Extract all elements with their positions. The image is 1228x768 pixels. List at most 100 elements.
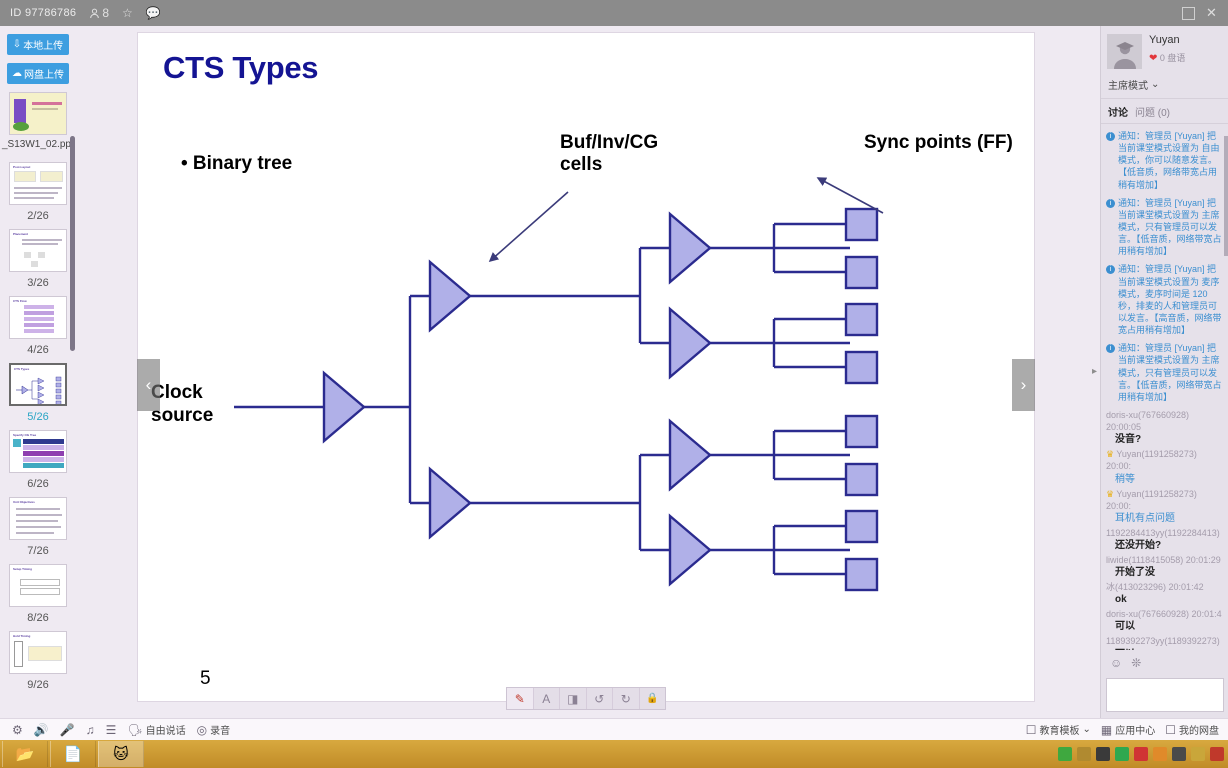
message-body: 还没开始? [1115, 539, 1162, 551]
message-author: 冰(413023296) 20:01:42 [1106, 582, 1204, 593]
record-label: 录音 [210, 726, 231, 737]
people-icon[interactable]: 8 [89, 6, 109, 20]
undo-icon[interactable]: ↺ [587, 688, 613, 709]
template-icon: ☐ [1025, 722, 1037, 737]
gear-icon[interactable]: ⚙ [12, 723, 23, 737]
thumbnail-image[interactable]: Post-Layout [9, 162, 67, 205]
lock-icon[interactable]: 🔒 [640, 688, 666, 709]
annotation-toolbar[interactable]: ✎ A ◨ ↺ ↻ 🔒 [506, 687, 666, 710]
notice-text: 通知：管理员 [Yuyan] 把当前课堂模式设置为 主席模式，只有管理员可以发言… [1118, 343, 1222, 402]
ff-1 [844, 207, 879, 242]
thumbnail-item-selected[interactable]: CTS Types 5/26 [0, 363, 76, 430]
equalizer-icon[interactable]: ☰ [106, 723, 117, 737]
cloud-upload-button[interactable]: ☁ 网盘上传 [7, 63, 69, 84]
sidebar-scrollbar[interactable] [70, 136, 75, 351]
user-flower-count: ❤ 0 盘语 [1149, 53, 1186, 64]
comment-icon[interactable]: 💬 [146, 6, 161, 20]
thumbnail-item[interactable]: Unit Objectives 7/26 [0, 497, 76, 564]
slide-sidebar[interactable]: ⇩ 本地上传 ☁ 网盘上传 _S13W1_02.ppt Post-Layout [0, 26, 76, 718]
ime-icon[interactable] [1191, 747, 1205, 761]
crown-icon: ♛ [1106, 488, 1115, 499]
ff-4 [844, 350, 879, 385]
chat-tool-row[interactable]: ☺ ❊ [1101, 652, 1228, 674]
thumbnail-image[interactable]: Specify Clk Tree [9, 430, 67, 473]
app-center-button[interactable]: ▦ 应用中心 [1101, 722, 1156, 738]
mic-icon[interactable]: 🎤 [60, 723, 75, 737]
leaf-buffer-3 [668, 418, 712, 492]
volume-icon[interactable] [1172, 747, 1186, 761]
thumbnail-image[interactable]: Setup Timing [9, 564, 67, 607]
qq-icon[interactable]: 🐱 [98, 741, 144, 767]
thumbnail-item[interactable]: CTS Flow 4/26 [0, 296, 76, 363]
free-speak-button[interactable]: 🗣 自由说话 [127, 722, 185, 738]
eraser-icon[interactable]: ◨ [560, 688, 587, 709]
thumbnail-item[interactable]: Placement 3/26 [0, 229, 76, 296]
thumbnail-item[interactable]: Setup Timing 8/26 [0, 564, 76, 631]
speaker-icon[interactable]: 🔊 [34, 723, 49, 737]
system-notice: i 通知：管理员 [Yuyan] 把当前课堂模式设置为 主席模式，只有管理员可以… [1106, 197, 1223, 258]
record-icon: ◎ [196, 722, 208, 737]
chevron-right-icon: › [1020, 375, 1027, 394]
explorer-icon[interactable]: 📂 [2, 741, 48, 767]
chat-input[interactable] [1106, 678, 1224, 712]
root-buffer [322, 370, 366, 444]
redo-icon[interactable]: ↻ [613, 688, 640, 709]
chat-message-list[interactable]: i 通知：管理员 [Yuyan] 把当前课堂模式设置为 自由模式，你可以随意发言… [1101, 126, 1228, 650]
ff-6 [844, 462, 879, 497]
prev-slide-button[interactable]: ‹ [137, 359, 160, 411]
thumbnail-item[interactable]: Post-Layout 2/26 [0, 162, 76, 229]
thumbnail-image[interactable]: Unit Objectives [9, 497, 67, 540]
title-bar: ID 97786786 8 ☆ 💬 [0, 0, 1228, 26]
text-icon[interactable]: A [534, 688, 560, 709]
thumbnail-item[interactable]: Hold Timing 9/26 [0, 631, 76, 698]
star-icon[interactable]: ☆ [122, 6, 133, 20]
thumbnail-label: 8/26 [27, 612, 49, 624]
music-icon[interactable]: ♫ [86, 723, 95, 737]
emoji-icon[interactable]: ☺ [1110, 656, 1122, 670]
user-header: Yuyan ❤ 0 盘语 [1101, 26, 1228, 73]
education-template-button[interactable]: ☐ 教育模板 ⌄ [1025, 722, 1091, 738]
panel-collapse-handle[interactable]: ▸ [1092, 366, 1097, 377]
close-button[interactable] [1205, 7, 1218, 20]
thumbnail-image[interactable]: Hold Timing [9, 631, 67, 674]
local-upload-button[interactable]: ⇩ 本地上传 [7, 34, 69, 55]
tab-question[interactable]: 问题 (0) [1135, 104, 1170, 119]
thumbnail-item[interactable]: Specify Clk Tree 6/26 [0, 430, 76, 497]
mouse-icon[interactable] [1096, 747, 1110, 761]
gift-icon[interactable]: ❊ [1131, 656, 1141, 670]
tab-discussion[interactable]: 讨论 [1108, 104, 1128, 119]
tool-icon[interactable] [1153, 747, 1167, 761]
thumbnail-image[interactable]: CTS Flow [9, 296, 67, 339]
my-disk-button[interactable]: ☐ 我的网盘 [1165, 722, 1219, 738]
notify-icon[interactable] [1210, 747, 1224, 761]
chat-scrollbar[interactable] [1224, 136, 1228, 256]
member-count: 8 [102, 6, 109, 20]
thumbnail-label: 6/26 [27, 478, 49, 490]
class-mode-selector[interactable]: 主席模式 ⌄ [1101, 73, 1228, 99]
avatar[interactable] [1107, 34, 1142, 69]
thumbnail-slide-1[interactable] [9, 92, 67, 135]
pen-icon[interactable]: ✎ [507, 688, 534, 709]
restore-button[interactable] [1182, 6, 1195, 20]
thumbnail-image[interactable]: CTS Types [9, 363, 67, 406]
system-notice: i 通知：管理员 [Yuyan] 把当前课堂模式设置为 自由模式，你可以随意发言… [1106, 130, 1223, 191]
battery-icon[interactable] [1058, 747, 1072, 761]
notepad-icon[interactable]: 📄 [50, 741, 96, 767]
ff-5 [844, 414, 879, 449]
notice-text: 通知：管理员 [Yuyan] 把当前课堂模式设置为 自由模式，你可以随意发言。【… [1118, 131, 1220, 190]
ff-8 [844, 557, 879, 592]
system-tray[interactable] [1058, 747, 1224, 761]
chat-tabs[interactable]: 讨论 问题 (0) [1101, 99, 1228, 124]
leaf-buffer-1 [668, 211, 712, 285]
app-center-label: 应用中心 [1115, 726, 1156, 737]
thumbnail-label: 9/26 [27, 679, 49, 691]
pdf-icon[interactable] [1134, 747, 1148, 761]
thumbnail-list[interactable]: Post-Layout 2/26 Placement 3/26 CTS Flow… [0, 162, 76, 698]
message-body: 开始了没 [1115, 567, 1155, 579]
record-button[interactable]: ◎ 录音 [196, 722, 231, 738]
thumbnail-image[interactable]: Placement [9, 229, 67, 272]
shield-icon[interactable] [1115, 747, 1129, 761]
next-slide-button[interactable]: › [1012, 359, 1035, 411]
caret-icon[interactable] [1077, 747, 1091, 761]
ff-3 [844, 302, 879, 337]
